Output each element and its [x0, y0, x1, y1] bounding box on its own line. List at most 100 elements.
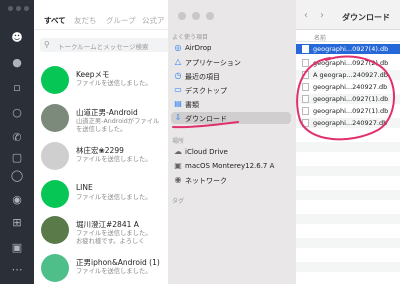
column-header-label: 名前	[314, 35, 327, 42]
sidebar-item-airdrop[interactable]: ◎ AirDrop	[171, 42, 291, 54]
file-row[interactable]: geographi...0927(1).db	[296, 106, 400, 116]
sidebar-item-downloads[interactable]: ⇩ ダウンロード	[171, 112, 291, 124]
file-row[interactable]: A geograp...240927.db	[296, 70, 400, 80]
chat-name: 林庄宏❀2299	[76, 146, 124, 155]
disk-icon: ▣	[174, 161, 182, 170]
chat-preview: 山道正男-Androidがファイル を送信しました。	[76, 118, 160, 133]
chat-list-panel: すべて 友だち グループ 公式ア ⚲ トークルームとメッセージ検索 Keepメモ…	[34, 0, 180, 284]
empty-row	[296, 238, 400, 248]
tab-groups[interactable]: グループ	[106, 15, 136, 26]
tab-all[interactable]: すべて	[44, 15, 66, 26]
finder-sidebar: よく使う項目 ◎ AirDrop △ アプリケーション ◷ 最近の項目 ▭ デス…	[168, 0, 296, 284]
more-icon[interactable]: ⋯	[9, 262, 25, 278]
sidebar-item-label: デスクトップ	[185, 87, 227, 95]
file-row[interactable]: geographi...0927(4).db	[296, 44, 400, 54]
chat-row[interactable]: 山道正男-Android 山道正男-Androidがファイル を送信しました。	[34, 100, 168, 138]
calls-icon[interactable]: ✆	[9, 130, 25, 146]
line-app-rail: ☻ ● ▫ ○ ✆ ▢ ◯ ◉ ⊞ ▣ ⋯	[0, 0, 34, 284]
file-name: geographi...0927(1).db	[313, 107, 389, 115]
document-icon: ▤	[174, 99, 182, 108]
column-header-name[interactable]: 名前	[296, 30, 400, 42]
file-row[interactable]: geographi...240927.db	[296, 82, 400, 92]
download-icon: ⇩	[174, 113, 182, 122]
desktop-icon: ▭	[174, 85, 182, 94]
chat-row[interactable]: LINE ファイルを送信しました。	[34, 176, 168, 214]
search-input[interactable]: ⚲ トークルームとメッセージ検索	[40, 38, 180, 52]
file-icon	[302, 71, 309, 79]
file-name: geographi...0927(1).db	[313, 95, 389, 103]
chat-row[interactable]: 正男iphon&Android (1) ファイルを送信しました。	[34, 250, 168, 284]
search-placeholder: トークルームとメッセージ検索	[58, 43, 149, 51]
chat-row[interactable]: 堀川澄江#2841 A ファイルを送信しました。 お疲れ様です。よろしく	[34, 212, 168, 250]
sidebar-item-applications[interactable]: △ アプリケーション	[171, 56, 291, 68]
chat-preview: ファイルを送信しました。	[76, 156, 152, 163]
notes-icon[interactable]: ▫	[9, 80, 25, 96]
airdrop-icon: ◎	[174, 43, 182, 52]
sidebar-item-label: 最近の項目	[185, 73, 220, 81]
add-friend-icon[interactable]: ⊞	[9, 215, 25, 231]
recents-icon: ◷	[174, 71, 182, 80]
file-row[interactable]: geographi...0927(2).db	[296, 58, 400, 68]
file-icon	[302, 59, 309, 67]
empty-row	[296, 166, 400, 176]
file-icon	[302, 95, 309, 103]
finder-file-list: ‹ › ダウンロード 名前 geographi...0927(4).db geo…	[296, 0, 400, 284]
folder-title: ダウンロード	[342, 13, 390, 22]
tab-official[interactable]: 公式ア	[142, 15, 165, 26]
line-avatar	[41, 180, 69, 208]
chat-icon[interactable]: ●	[9, 55, 25, 71]
file-name: geographi...0927(4).db	[313, 45, 389, 53]
sidebar-item-label: AirDrop	[185, 44, 212, 52]
sidebar-item-label: 書類	[185, 101, 199, 109]
finder-toolbar: ‹ › ダウンロード	[296, 0, 400, 30]
chat-preview: ファイルを送信しました。	[76, 268, 152, 275]
file-icon	[302, 83, 309, 91]
sidebar-item-label: ネットワーク	[185, 177, 227, 185]
chat-name: 正男iphon&Android (1)	[76, 258, 160, 267]
openchat-icon[interactable]: ◉	[9, 192, 25, 208]
applications-icon: △	[174, 57, 182, 66]
chat-preview: ファイルを送信しました。	[76, 194, 152, 201]
finder-window: よく使う項目 ◎ AirDrop △ アプリケーション ◷ 最近の項目 ▭ デス…	[168, 0, 400, 284]
empty-row	[296, 214, 400, 224]
back-button[interactable]: ‹	[304, 10, 308, 21]
file-name: A geograp...240927.db	[313, 71, 388, 79]
chat-name: 堀川澄江#2841 A	[76, 220, 139, 229]
window-controls[interactable]	[8, 6, 29, 11]
keep-memo-avatar	[41, 66, 69, 94]
crop-icon[interactable]: ▣	[9, 240, 25, 256]
sidebar-item-disk[interactable]: ▣ macOS Monterey12.6.7 A	[171, 160, 291, 172]
traffic-lights[interactable]	[178, 12, 214, 20]
line-app-icon[interactable]: ◯	[9, 168, 25, 184]
timeline-icon[interactable]: ○	[9, 105, 25, 121]
tab-friends[interactable]: 友だち	[74, 15, 97, 26]
file-icon	[302, 45, 309, 53]
chat-name: 山道正男-Android	[76, 108, 138, 117]
chat-preview: ファイルを送信しました。 お疲れ様です。よろしく	[76, 230, 152, 245]
chat-row[interactable]: 林庄宏❀2299 ファイルを送信しました。	[34, 138, 168, 176]
sidebar-item-network[interactable]: ◉ ネットワーク	[171, 174, 291, 186]
empty-row	[296, 142, 400, 152]
sidebar-item-desktop[interactable]: ▭ デスクトップ	[171, 84, 291, 96]
chat-preview: ファイルを送信しました。	[76, 80, 152, 87]
cloud-icon: ☁	[174, 147, 182, 156]
sidebar-item-documents[interactable]: ▤ 書類	[171, 98, 291, 110]
sidebar-item-label: ダウンロード	[185, 115, 227, 123]
news-icon[interactable]: ▢	[9, 150, 25, 166]
file-name: geographi...240927.db	[313, 83, 388, 91]
file-row[interactable]: geographi...240927.db	[296, 118, 400, 128]
forward-button[interactable]: ›	[320, 10, 324, 21]
friends-icon[interactable]: ☻	[9, 30, 25, 46]
sidebar-item-icloud[interactable]: ☁ iCloud Drive	[171, 146, 291, 158]
file-icon	[302, 119, 309, 127]
file-row[interactable]: geographi...0927(1).db	[296, 94, 400, 104]
sidebar-item-recents[interactable]: ◷ 最近の項目	[171, 70, 291, 82]
locations-header: 場所	[172, 138, 185, 145]
sidebar-item-label: iCloud Drive	[185, 148, 228, 156]
chat-row[interactable]: Keepメモ ファイルを送信しました。	[34, 62, 168, 100]
avatar	[41, 142, 69, 170]
avatar	[41, 104, 69, 132]
tags-header: タグ	[172, 198, 185, 205]
file-name: geographi...0927(2).db	[313, 59, 389, 67]
avatar	[41, 254, 69, 282]
